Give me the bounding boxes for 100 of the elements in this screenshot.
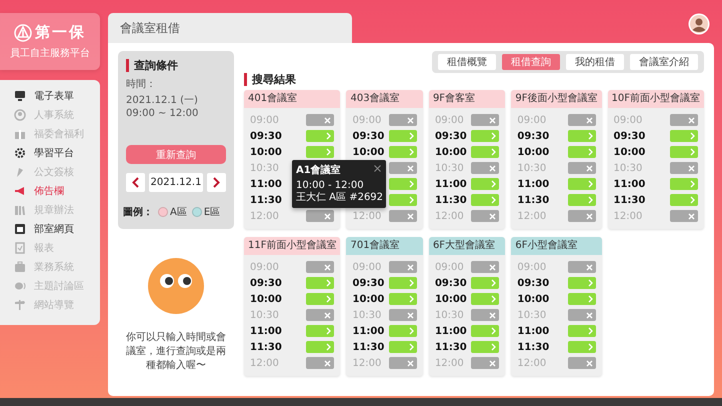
slot-button[interactable] — [471, 146, 500, 158]
slot-button[interactable] — [670, 130, 698, 142]
close-icon — [489, 212, 496, 220]
close-icon — [406, 264, 414, 270]
slot-button[interactable] — [471, 293, 500, 305]
mascot-drawing — [147, 257, 205, 315]
slot-button[interactable] — [471, 130, 500, 142]
slot-button[interactable] — [670, 210, 698, 222]
slot-button[interactable] — [568, 178, 596, 190]
slot-button[interactable] — [568, 293, 596, 305]
slot-button[interactable] — [568, 130, 596, 142]
slot-button[interactable] — [388, 194, 417, 206]
slot-button[interactable] — [471, 325, 500, 337]
tab[interactable]: 會議室介紹 — [630, 54, 698, 70]
tab[interactable]: 租借查詢 — [502, 54, 560, 70]
slot-button[interactable] — [670, 178, 698, 190]
slot-button[interactable] — [306, 114, 334, 126]
slot-button[interactable] — [306, 309, 334, 321]
slot-time: 11:00 — [250, 178, 282, 190]
slot-button[interactable] — [568, 114, 596, 126]
slot-button[interactable] — [471, 194, 500, 206]
close-icon[interactable] — [374, 165, 381, 172]
pen-icon — [14, 166, 26, 178]
slot-button[interactable] — [568, 277, 596, 289]
time-value: 2021.12.1 (一) 09:00 ~ 12:00 — [126, 94, 200, 120]
slot-time: 11:00 — [250, 326, 282, 336]
slot-button[interactable] — [471, 162, 500, 174]
slot-button[interactable] — [388, 293, 417, 305]
slot-time: 10:30 — [352, 310, 382, 320]
requery-button[interactable]: 重新查詢 — [126, 145, 226, 164]
next-button[interactable] — [207, 173, 226, 192]
slot-button[interactable] — [388, 146, 417, 158]
slot-button[interactable] — [306, 293, 334, 305]
slot-button[interactable] — [306, 277, 334, 289]
room-name: 9F後面小型會議室 — [511, 90, 602, 108]
slot-button[interactable] — [471, 277, 500, 289]
close-icon — [324, 312, 332, 318]
slot-button[interactable] — [568, 325, 596, 337]
menu-item[interactable]: 佈告欄 — [0, 181, 100, 200]
close-icon — [586, 264, 593, 270]
slot-button[interactable] — [388, 357, 417, 369]
slot-button[interactable] — [670, 146, 698, 158]
slot-button[interactable] — [471, 114, 500, 126]
slot-button[interactable] — [568, 309, 596, 321]
slot-button[interactable] — [471, 341, 500, 353]
slot-time: 11:00 — [517, 326, 550, 336]
slot-button[interactable] — [568, 162, 596, 174]
slot-button[interactable] — [568, 357, 596, 369]
slot-button[interactable] — [670, 162, 698, 174]
slot-button[interactable] — [670, 194, 698, 206]
close-icon — [586, 312, 593, 318]
close-icon — [586, 116, 593, 124]
slot-time: 10:30 — [250, 310, 279, 320]
slot-button[interactable] — [388, 341, 417, 353]
slot-button[interactable] — [388, 309, 417, 321]
slot-button[interactable] — [568, 146, 596, 158]
slot-button[interactable] — [388, 210, 417, 222]
slot-time: 09:00 — [434, 262, 464, 272]
slot-button[interactable] — [306, 210, 334, 222]
slot-time: 12:00 — [250, 358, 279, 368]
previous-button[interactable] — [126, 173, 145, 192]
slot-button[interactable] — [306, 261, 334, 273]
tab[interactable]: 我的租借 — [566, 54, 624, 70]
slot-button[interactable] — [568, 341, 596, 353]
slot-time: 10:30 — [517, 310, 546, 320]
slot-button[interactable] — [388, 130, 417, 142]
slot-button[interactable] — [306, 130, 334, 142]
slot-button[interactable] — [568, 261, 596, 273]
slot-button[interactable] — [471, 178, 500, 190]
menu-item[interactable]: 電子表單 — [0, 86, 100, 105]
tab[interactable]: 租借概覽 — [438, 54, 496, 70]
slot-button[interactable] — [388, 325, 417, 337]
logo-title: 第一保 — [35, 23, 86, 42]
slot-button[interactable] — [388, 162, 417, 174]
slot-button[interactable] — [306, 357, 334, 369]
slot-button[interactable] — [306, 146, 334, 158]
close-icon — [406, 116, 414, 124]
page-title: 會議室租借 — [108, 13, 352, 43]
slot-button[interactable] — [670, 114, 698, 126]
date-field[interactable]: 2021.12.1 — [149, 173, 203, 192]
slot-button[interactable] — [471, 210, 500, 222]
close-icon — [406, 212, 414, 220]
slot-button[interactable] — [388, 114, 417, 126]
slot-button[interactable] — [306, 341, 334, 353]
menu-item[interactable]: 學習平台 — [0, 143, 100, 162]
close-icon — [489, 164, 496, 172]
slot-button[interactable] — [471, 357, 500, 369]
slot-button[interactable] — [388, 277, 417, 289]
slot-button[interactable] — [471, 261, 500, 273]
gift-icon — [14, 128, 26, 140]
menu-item[interactable]: 部室網頁 — [0, 219, 100, 238]
slot-button[interactable] — [388, 178, 417, 190]
slot-time: 11:00 — [352, 326, 384, 336]
slot-time: 10:30 — [434, 310, 464, 320]
close-icon — [688, 212, 695, 220]
slot-button[interactable] — [568, 210, 596, 222]
slot-button[interactable] — [388, 261, 417, 273]
slot-button[interactable] — [568, 194, 596, 206]
slot-button[interactable] — [471, 309, 500, 321]
slot-button[interactable] — [306, 325, 334, 337]
